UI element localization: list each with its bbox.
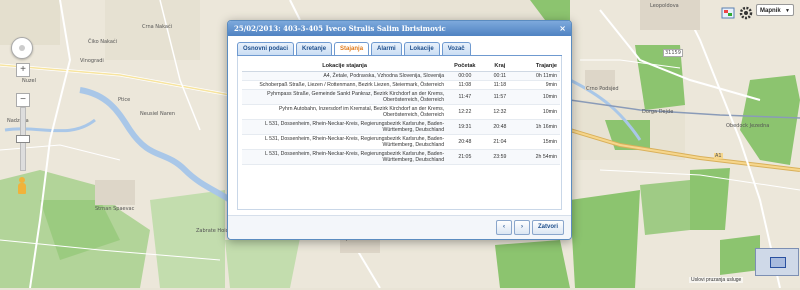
- dialog-title: 25/02/2013: 403-3-405 Iveco Stralis Sali…: [234, 24, 446, 33]
- map-label-place: Ptice: [118, 97, 131, 103]
- cell-location: Pyhrnpass Straße, Gemeinde Sankt Pankraz…: [242, 89, 448, 105]
- stops-dialog: 25/02/2013: 403-3-405 Iveco Stralis Sali…: [227, 20, 572, 240]
- map-label-place: Vinogradi: [80, 58, 104, 64]
- terms-link[interactable]: Uslovi pruzanja usluge: [689, 277, 744, 283]
- column-header-end: Kraj: [482, 61, 518, 72]
- tab-stajanja[interactable]: Stajanja: [334, 42, 370, 56]
- cell-duration: 1h 16min: [517, 119, 560, 135]
- map-label-place: Crno Podsjed: [586, 86, 619, 92]
- tab-osnovni-podaci[interactable]: Osnovni podaci: [237, 42, 295, 56]
- map-label-place: Neusiel Naren: [140, 111, 176, 117]
- cell-end: 23:59: [482, 149, 518, 165]
- close-button[interactable]: Zatvori: [532, 220, 564, 235]
- map-zoom-control: + −: [11, 37, 33, 194]
- cell-start: 21:05: [447, 149, 483, 165]
- cell-duration: 15min: [517, 134, 560, 150]
- cell-end: 12:32: [482, 104, 518, 120]
- tab-content: Lokacije stajanja Početak Kraj Trajanje …: [237, 56, 562, 210]
- table-row[interactable]: Pyhrn Autobahn, Inzersdorf im Kremstal, …: [242, 104, 560, 120]
- road-shield: A1: [714, 153, 723, 159]
- close-icon[interactable]: ×: [559, 21, 566, 36]
- cell-location: Pyhrn Autobahn, Inzersdorf im Kremstal, …: [242, 104, 448, 120]
- cell-location: L 531, Dossenheim, Rhein-Neckar-Kreis, R…: [242, 119, 448, 135]
- cell-location: Schoberpaß Straße, Liezen / Rottenmann, …: [242, 80, 448, 90]
- tab-kretanje[interactable]: Kretanje: [296, 42, 333, 56]
- zoom-slider-handle[interactable]: [16, 135, 30, 143]
- pan-center-icon: [19, 45, 25, 51]
- cell-start: 20:48: [447, 134, 483, 150]
- table-row[interactable]: A4, Žetale, Podravska, Vzhodna Slovenija…: [242, 71, 560, 81]
- gear-icon[interactable]: [738, 5, 754, 21]
- map-style-select[interactable]: Mapnik ▼: [756, 4, 794, 16]
- dialog-header[interactable]: 25/02/2013: 403-3-405 Iveco Stralis Sali…: [228, 21, 571, 36]
- cell-location: L 531, Dossenheim, Rhein-Neckar-Kreis, R…: [242, 134, 448, 150]
- cell-start: 19:31: [447, 119, 483, 135]
- previous-button[interactable]: ‹: [496, 220, 512, 235]
- cell-start: 12:22: [447, 104, 483, 120]
- pan-control[interactable]: [11, 37, 33, 59]
- cell-end: 00:11: [482, 71, 518, 81]
- road-shield: 31159: [663, 49, 683, 57]
- dialog-footer: ‹ › Zatvori: [228, 215, 571, 239]
- column-header-start: Početak: [447, 61, 483, 72]
- layers-icon[interactable]: [720, 5, 736, 21]
- chevron-down-icon: ▼: [785, 8, 790, 14]
- cell-start: 00:00: [447, 71, 483, 81]
- map-style-value: Mapnik: [760, 8, 781, 14]
- map-label-place: Obedock Jezedna: [726, 123, 770, 129]
- cell-start: 11:47: [447, 89, 483, 105]
- table-row[interactable]: Pyhrnpass Straße, Gemeinde Sankt Pankraz…: [242, 89, 560, 105]
- next-button[interactable]: ›: [514, 220, 530, 235]
- tab-vozac[interactable]: Vozač: [441, 42, 471, 56]
- table-row[interactable]: Schoberpaß Straße, Liezen / Rottenmann, …: [242, 80, 560, 90]
- table-row[interactable]: L 531, Dossenheim, Rhein-Neckar-Kreis, R…: [242, 119, 560, 135]
- table-row[interactable]: L 531, Dossenheim, Rhein-Neckar-Kreis, R…: [242, 149, 560, 165]
- cell-end: 11:57: [482, 89, 518, 105]
- cell-location: L 531, Dossenheim, Rhein-Neckar-Kreis, R…: [242, 149, 448, 165]
- map-label-place: Strnan Spaevac: [95, 206, 135, 212]
- cell-duration: 9min: [517, 80, 560, 90]
- tab-lokacije[interactable]: Lokacije: [403, 42, 440, 56]
- map-label-place: Čiko Nakaći: [88, 39, 118, 45]
- column-header-location: Lokacije stajanja: [242, 61, 448, 72]
- cell-duration: 2h 54min: [517, 149, 560, 165]
- column-header-duration: Trajanje: [517, 61, 560, 72]
- zoom-in-button[interactable]: +: [16, 63, 30, 77]
- cell-end: 21:04: [482, 134, 518, 150]
- tab-alarmi[interactable]: Alarmi: [371, 42, 402, 56]
- cell-duration: 10min: [517, 104, 560, 120]
- map-label-place: Leopoldova: [650, 3, 679, 9]
- overview-map[interactable]: [755, 248, 799, 276]
- cell-start: 11:08: [447, 80, 483, 90]
- map-label-place: Nuzel: [22, 78, 36, 84]
- cell-end: 20:48: [482, 119, 518, 135]
- map-label-place: Dorga Dejde: [642, 109, 674, 115]
- map-label-place: Crna Nakaći: [142, 24, 173, 30]
- cell-duration: 10min: [517, 89, 560, 105]
- tab-bar: Osnovni podaci Kretanje Stajanja Alarmi …: [237, 42, 471, 56]
- cell-end: 11:18: [482, 80, 518, 90]
- cell-location: A4, Žetale, Podravska, Vzhodna Slovenija…: [242, 71, 448, 81]
- overview-viewport[interactable]: [770, 257, 786, 268]
- street-view-pegman-icon[interactable]: [16, 177, 28, 197]
- stops-table: Lokacije stajanja Početak Kraj Trajanje …: [242, 61, 560, 165]
- table-row[interactable]: L 531, Dossenheim, Rhein-Neckar-Kreis, R…: [242, 134, 560, 150]
- zoom-out-button[interactable]: −: [16, 93, 30, 107]
- cell-duration: 0h 11min: [517, 71, 560, 81]
